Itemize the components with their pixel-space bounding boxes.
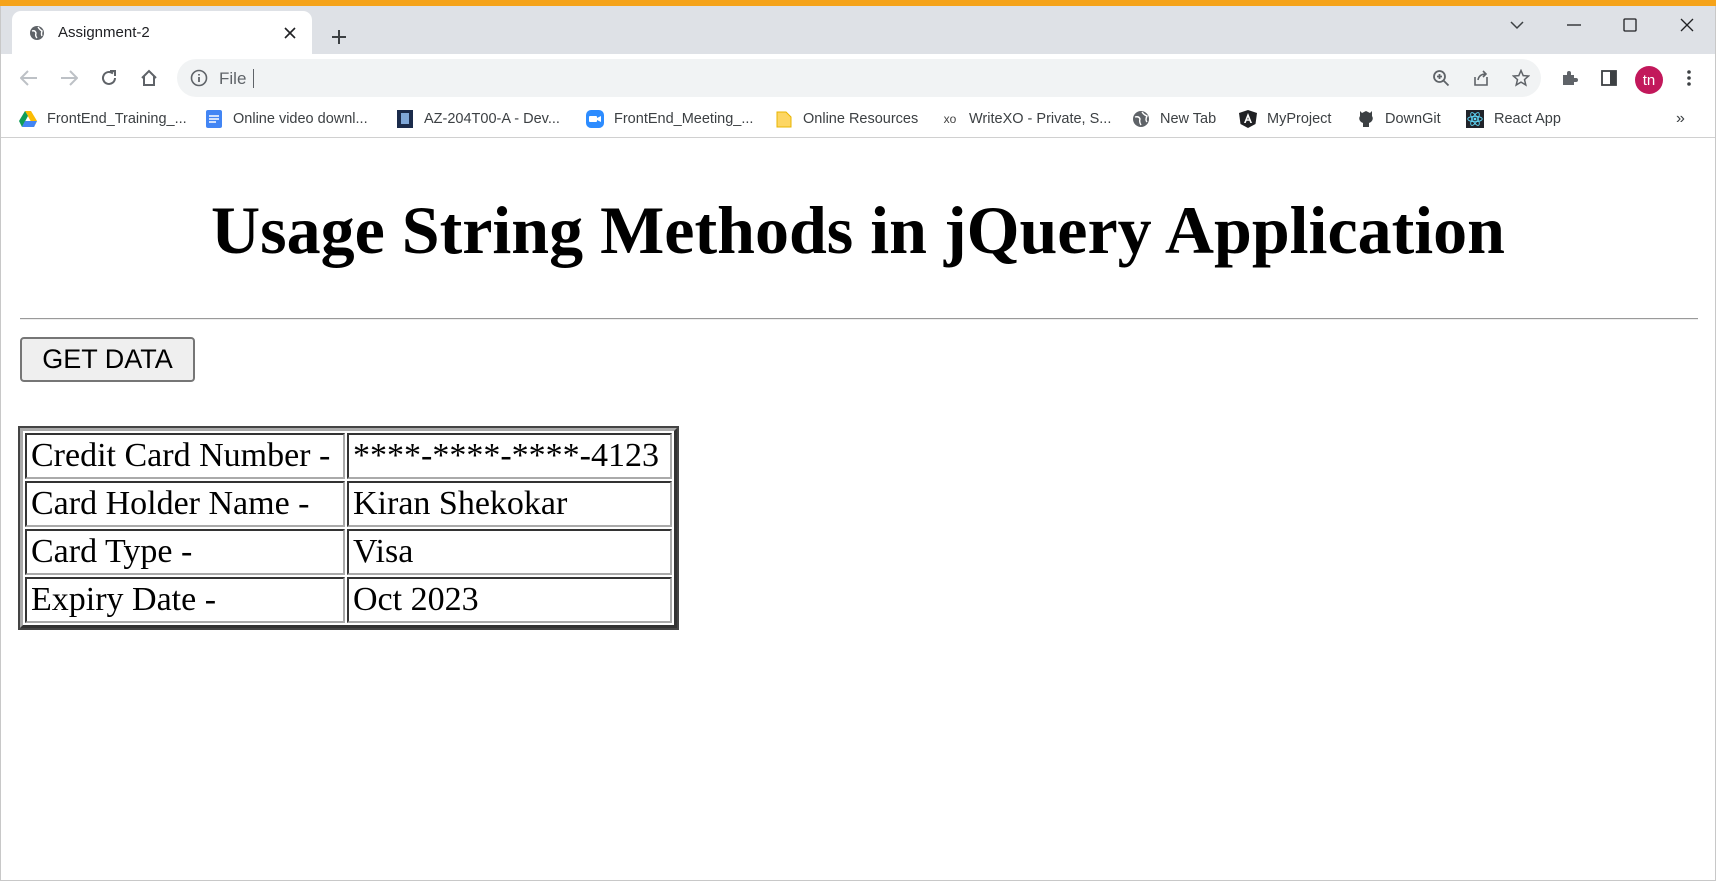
more-bookmarks-chevron-icon[interactable]: » xyxy=(1676,110,1685,128)
bookmarks-bar: FrontEnd_Training_... Online video downl… xyxy=(1,102,1715,138)
table-row: Expiry Date - Oct 2023 xyxy=(25,577,672,623)
react-icon xyxy=(1466,110,1484,128)
card-type-value: Visa xyxy=(347,529,672,575)
bookmark-star-icon[interactable] xyxy=(1506,64,1536,92)
close-window-icon[interactable] xyxy=(1659,6,1715,44)
bookmark-item[interactable]: FrontEnd_Training_... xyxy=(19,106,187,132)
bookmark-label: FrontEnd_Training_... xyxy=(47,111,187,127)
bookmark-label: FrontEnd_Meeting_... xyxy=(614,111,754,127)
globe-icon xyxy=(28,24,46,42)
expiry-date-value: Oct 2023 xyxy=(347,577,672,623)
card-type-label: Card Type - xyxy=(25,529,345,575)
bookmark-label: AZ-204T00-A - Dev... xyxy=(424,111,560,127)
tab-title: Assignment-2 xyxy=(58,24,150,41)
extensions-icon[interactable] xyxy=(1553,62,1585,94)
xo-icon: xo xyxy=(943,112,957,126)
table-row: Card Type - Visa xyxy=(25,529,672,575)
maximize-icon[interactable] xyxy=(1602,6,1658,44)
card-holder-label: Card Holder Name - xyxy=(25,481,345,527)
book-icon xyxy=(396,110,414,128)
bookmark-item[interactable]: New Tab xyxy=(1132,106,1216,132)
share-icon[interactable] xyxy=(1466,64,1496,92)
table-row: Card Holder Name - Kiran Shekokar xyxy=(25,481,672,527)
back-arrow-icon[interactable] xyxy=(13,62,45,94)
github-icon xyxy=(1357,110,1375,128)
page-title: Usage String Methods in jQuery Applicati… xyxy=(211,192,1505,268)
browser-tab[interactable]: Assignment-2 xyxy=(12,11,312,54)
bookmark-item[interactable]: DownGit xyxy=(1357,106,1441,132)
browser-toolbar: File tn xyxy=(1,54,1715,102)
bookmark-item[interactable]: Online Resources xyxy=(775,106,918,132)
google-drive-icon xyxy=(19,110,37,128)
horizontal-divider xyxy=(20,318,1698,320)
minimize-icon[interactable] xyxy=(1546,6,1602,44)
bookmark-item[interactable]: React App xyxy=(1466,106,1561,132)
reload-icon[interactable] xyxy=(93,62,125,94)
angular-icon xyxy=(1239,110,1257,128)
new-tab-button[interactable] xyxy=(324,22,354,52)
url-scheme-label: File xyxy=(219,69,247,88)
browser-window: Assignment-2 File tn FrontEnd_Training_.… xyxy=(0,6,1716,881)
get-data-button[interactable]: GET DATA xyxy=(20,337,195,382)
side-panel-icon[interactable] xyxy=(1593,62,1625,94)
folder-icon xyxy=(775,110,793,128)
url-separator xyxy=(253,69,254,88)
forward-arrow-icon[interactable] xyxy=(53,62,85,94)
zoom-icon[interactable] xyxy=(1426,64,1456,92)
expiry-date-label: Expiry Date - xyxy=(25,577,345,623)
bookmark-item[interactable]: xo WriteXO - Private, S... xyxy=(941,106,1112,132)
globe-icon xyxy=(1132,110,1150,128)
page-content: Usage String Methods in jQuery Applicati… xyxy=(1,139,1715,880)
card-details-table: Credit Card Number - ****-****-****-4123… xyxy=(18,426,679,630)
bookmark-label: Online Resources xyxy=(803,111,919,127)
bookmark-label: MyProject xyxy=(1267,111,1332,127)
card-holder-value: Kiran Shekokar xyxy=(347,481,672,527)
card-number-value: ****-****-****-4123 xyxy=(347,433,672,479)
bookmark-item[interactable]: FrontEnd_Meeting_... xyxy=(586,106,753,132)
site-info-icon[interactable] xyxy=(189,68,209,88)
zoom-icon xyxy=(586,110,604,128)
table-row: Credit Card Number - ****-****-****-4123 xyxy=(25,433,672,479)
tab-search-icon[interactable] xyxy=(1489,6,1545,44)
bookmark-item[interactable]: MyProject xyxy=(1239,106,1331,132)
bookmark-label: React App xyxy=(1494,111,1561,127)
bookmark-item[interactable]: Online video downl... xyxy=(205,106,368,132)
profile-avatar[interactable]: tn xyxy=(1635,66,1663,94)
bookmark-label: New Tab xyxy=(1160,111,1217,127)
address-bar[interactable]: File xyxy=(177,59,1541,97)
close-tab-icon[interactable] xyxy=(280,23,300,43)
docs-icon xyxy=(205,110,223,128)
bookmark-label: DownGit xyxy=(1385,111,1441,127)
home-icon[interactable] xyxy=(133,62,165,94)
bookmark-label: Online video downl... xyxy=(233,111,368,127)
bookmark-item[interactable]: AZ-204T00-A - Dev... xyxy=(396,106,560,132)
tab-strip: Assignment-2 xyxy=(1,6,1715,54)
bookmark-label: WriteXO - Private, S... xyxy=(969,111,1112,127)
url-input[interactable] xyxy=(265,68,1395,88)
more-menu-icon[interactable] xyxy=(1673,62,1705,94)
card-number-label: Credit Card Number - xyxy=(25,433,345,479)
